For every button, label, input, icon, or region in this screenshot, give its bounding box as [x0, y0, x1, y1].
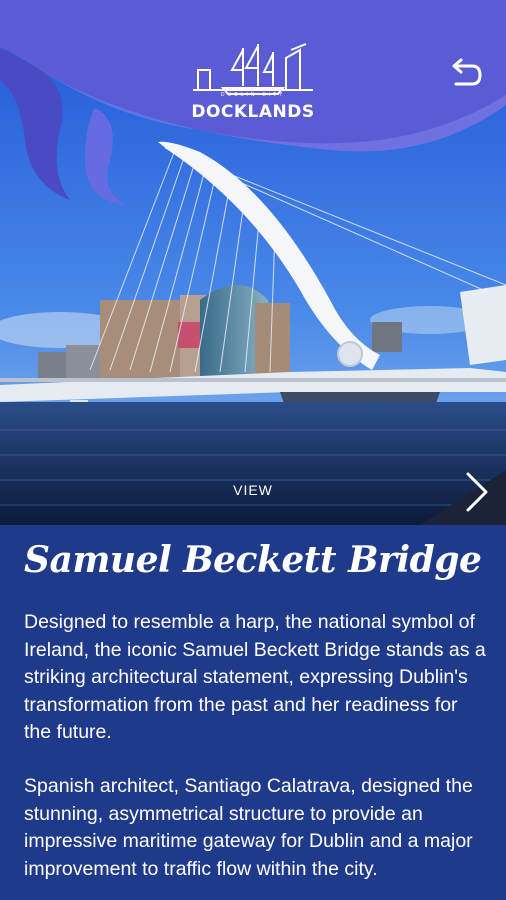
- logo-graphic-icon: [193, 43, 313, 95]
- chevron-right-icon: [466, 472, 488, 512]
- logo-subtitle: DUBLIN CITY: [220, 92, 286, 98]
- back-button[interactable]: [446, 56, 486, 92]
- back-arrow-icon: [452, 58, 482, 86]
- description-paragraph: Spanish architect, Santiago Calatrava, d…: [24, 775, 473, 880]
- description-panel: Samuel Beckett Bridge Designed to resemb…: [0, 525, 506, 900]
- docklands-logo: DUBLIN CITY DOCKLANDS: [188, 40, 318, 128]
- page-title: Samuel Beckett Bridge: [24, 539, 482, 581]
- app-screen: DUBLIN CITY DOCKLANDS VIEW Samuel Becket…: [0, 0, 506, 900]
- description-paragraph: Designed to resemble a harp, the nationa…: [24, 611, 486, 743]
- next-button[interactable]: [458, 468, 496, 516]
- logo-title: DOCKLANDS: [191, 102, 315, 122]
- view-button[interactable]: VIEW: [213, 482, 293, 498]
- hero-image[interactable]: DUBLIN CITY DOCKLANDS VIEW: [0, 0, 506, 525]
